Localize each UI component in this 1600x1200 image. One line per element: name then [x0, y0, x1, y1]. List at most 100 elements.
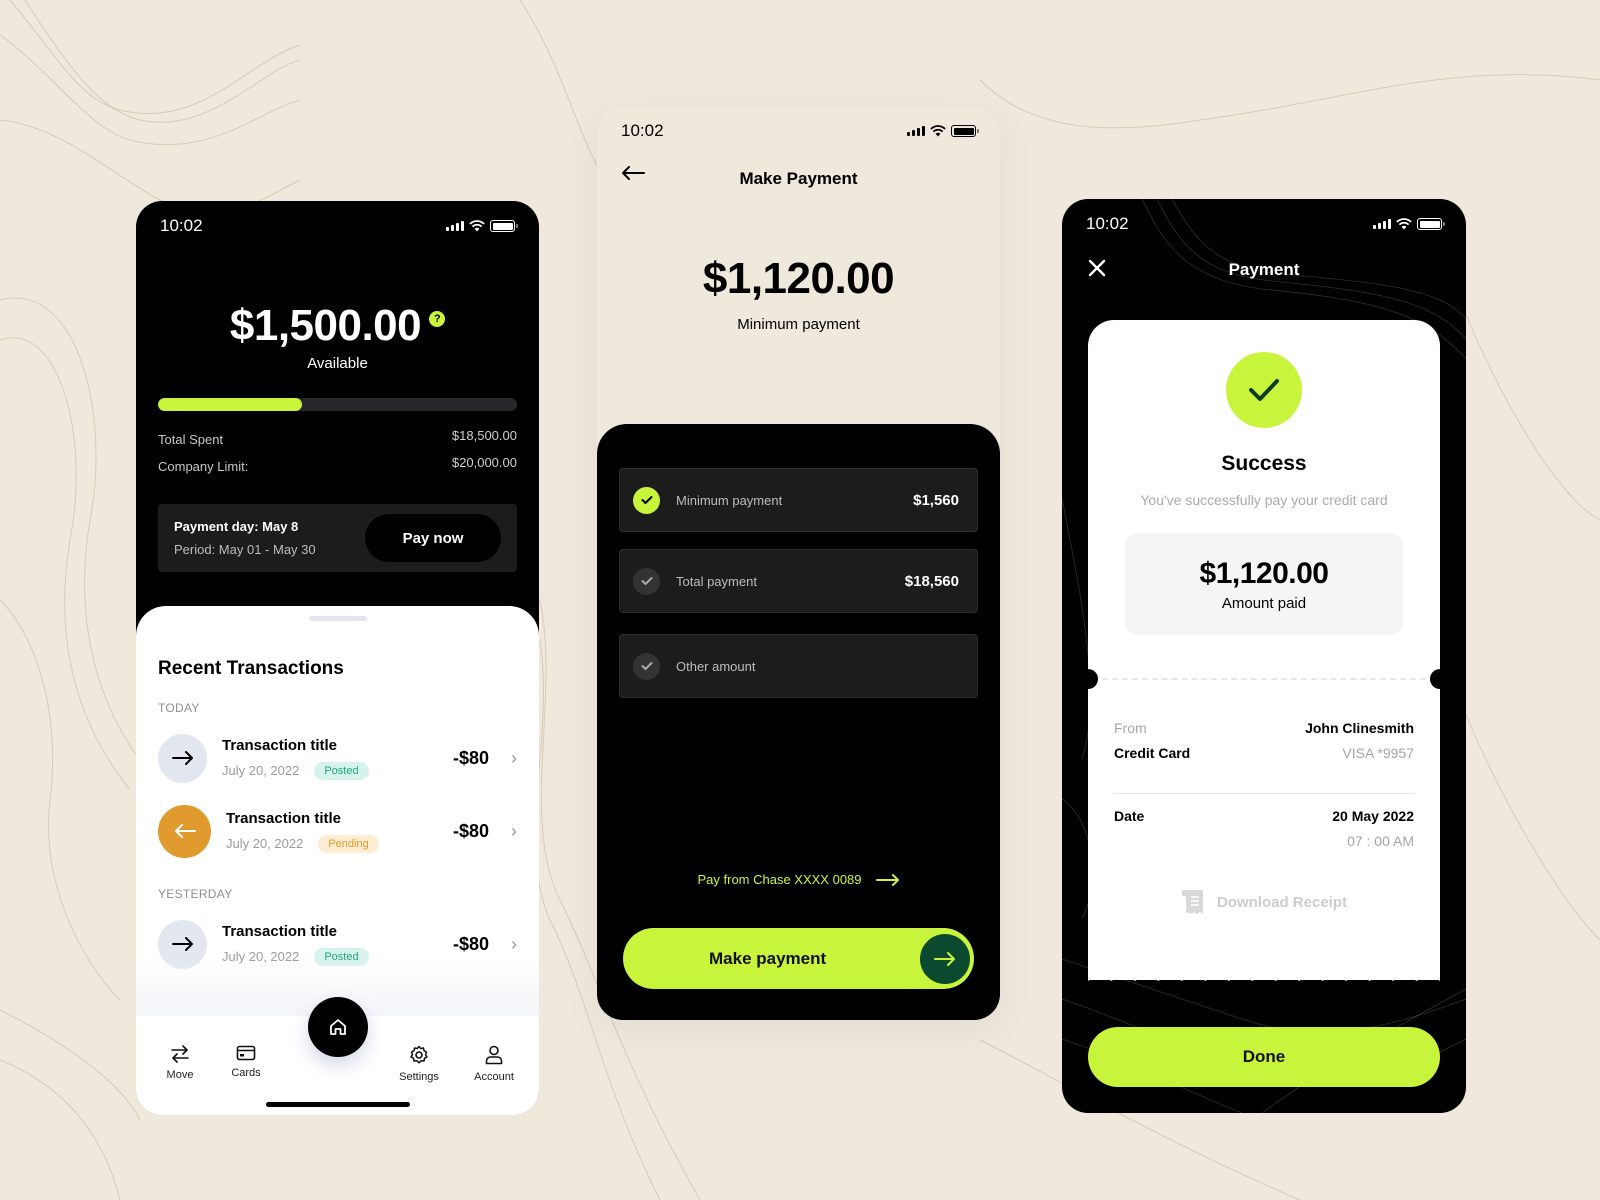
check-icon: [633, 652, 660, 680]
battery-icon: [951, 125, 979, 137]
home-icon: [329, 1019, 346, 1035]
dashed-divider: [1102, 678, 1426, 680]
receipt-notch-left: [1078, 669, 1098, 689]
status-bar: 10:02: [136, 211, 539, 241]
total-spent-value: $18,500.00: [451, 428, 517, 443]
amount-paid-label: Amount paid: [1221, 595, 1307, 612]
payment-day-card: Payment day: May 8 Period: May 01 - May …: [158, 504, 517, 572]
payment-success-screen: 10:02 Payment Success You've successfull…: [1062, 199, 1466, 1113]
payment-period: Period: May 01 - May 30: [174, 542, 316, 557]
tab-settings[interactable]: Settings: [389, 1045, 449, 1083]
transaction-date: July 20, 2022: [222, 763, 300, 778]
status-badge: Posted: [314, 761, 369, 780]
tab-home[interactable]: [307, 997, 368, 1057]
amount-paid-box: $1,120.00 Amount paid: [1125, 533, 1403, 635]
chevron-right-icon: ›: [511, 933, 517, 954]
total-spent-row: Total Spent $18,500.00: [158, 428, 517, 447]
page-title: Payment: [1228, 260, 1300, 279]
option-label: Total payment: [676, 573, 757, 589]
tab-label: Cards: [231, 1067, 261, 1079]
status-bar: 10:02: [1062, 209, 1466, 239]
option-other-amount[interactable]: Other amount: [619, 634, 978, 698]
receipt-icon: [1181, 890, 1203, 914]
tab-label: Account: [474, 1071, 514, 1083]
transaction-amount: -$80: [452, 747, 489, 768]
receipt-notch-right: [1430, 669, 1450, 689]
date-label: Date: [1114, 808, 1145, 824]
tab-account[interactable]: Account: [464, 1045, 524, 1083]
option-value: $18,560: [904, 572, 959, 590]
transaction-date: July 20, 2022: [226, 836, 304, 851]
recent-transactions-title: Recent Transactions: [158, 658, 344, 679]
success-subtitle: You've successfully pay your credit card: [1140, 492, 1388, 508]
spend-progress-fill: [158, 398, 302, 411]
date-row: Date 20 May 2022: [1114, 808, 1414, 824]
signal-icon: [1373, 219, 1391, 229]
transaction-title: Transaction title: [222, 922, 338, 940]
balance-label: Available: [307, 355, 368, 372]
option-total-payment[interactable]: Total payment $18,560: [619, 549, 978, 613]
signal-icon: [446, 221, 464, 231]
swap-icon: [171, 1045, 189, 1063]
done-button[interactable]: Done: [1088, 1027, 1440, 1087]
arrow-right-icon: [158, 733, 207, 783]
date-value: 20 May 2022: [1332, 808, 1414, 824]
question-icon[interactable]: ?: [429, 311, 446, 327]
status-time: 10:02: [160, 216, 203, 235]
nav-bar: Make Payment: [597, 164, 1000, 194]
balance-amount: $1,500.00: [229, 301, 422, 350]
company-limit-label: Company Limit:: [158, 459, 249, 474]
transaction-row[interactable]: Transaction title July 20, 2022 Pending …: [158, 804, 517, 858]
make-payment-screen: 10:02 Make Payment $1,120.00 Minimum pay…: [597, 106, 1000, 1020]
option-minimum-payment[interactable]: Minimum payment $1,560: [619, 468, 978, 532]
status-time: 10:02: [1086, 214, 1129, 233]
transaction-row[interactable]: Transaction title July 20, 2022 Posted -…: [158, 733, 517, 783]
card-label: Credit Card: [1114, 745, 1191, 761]
pay-from-label: Pay from Chase XXXX 0089: [697, 872, 862, 887]
make-payment-label: Make payment: [709, 948, 827, 968]
option-label: Minimum payment: [676, 492, 783, 508]
pay-now-button[interactable]: Pay now: [365, 514, 501, 562]
user-icon: [485, 1045, 503, 1065]
gear-icon: [410, 1045, 428, 1064]
transaction-amount: -$80: [452, 933, 489, 954]
download-receipt-label: Download Receipt: [1216, 893, 1347, 911]
card-icon: [236, 1045, 256, 1061]
company-limit-value: $20,000.00: [451, 455, 517, 470]
sheet-grabber[interactable]: [308, 616, 367, 621]
make-payment-button[interactable]: Make payment: [623, 928, 974, 989]
wifi-icon: [930, 125, 946, 137]
chevron-right-icon: ›: [511, 820, 517, 841]
nav-bar: Payment: [1062, 255, 1466, 285]
arrow-right-icon: [920, 933, 970, 984]
status-badge: Pending: [318, 834, 379, 853]
balance-block: $1,500.00? Available: [136, 301, 539, 372]
check-selected-icon: [633, 486, 660, 514]
transaction-amount: -$80: [452, 820, 489, 841]
payment-amount: $1,120.00: [702, 254, 895, 303]
section-label-yesterday: YESTERDAY: [158, 887, 233, 901]
download-receipt-button[interactable]: Download Receipt: [1088, 888, 1440, 916]
tab-label: Move: [166, 1069, 194, 1081]
amount-paid: $1,120.00: [1199, 557, 1329, 590]
chevron-right-icon: ›: [511, 747, 517, 768]
transaction-title: Transaction title: [226, 809, 342, 827]
tab-label: Settings: [399, 1071, 439, 1083]
receipt-scalloped-edge: [1088, 973, 1440, 981]
arrow-left-icon: [158, 804, 211, 858]
receipt-card: Success You've successfully pay your cre…: [1078, 320, 1450, 980]
battery-icon: [490, 220, 518, 232]
option-value: $1,560: [913, 491, 959, 509]
option-label: Other amount: [676, 658, 756, 674]
divider: [1114, 793, 1414, 794]
tab-move[interactable]: Move: [150, 1045, 210, 1081]
payment-amount-label: Minimum payment: [737, 316, 860, 333]
section-label-today: TODAY: [158, 701, 200, 715]
back-arrow-icon[interactable]: [621, 166, 645, 180]
pay-from-link[interactable]: Pay from Chase XXXX 0089: [597, 872, 1000, 887]
company-limit-row: Company Limit: $20,000.00: [158, 455, 517, 474]
card-row: Credit Card VISA *9957: [1114, 745, 1414, 761]
close-icon[interactable]: [1088, 259, 1106, 277]
tab-cards[interactable]: Cards: [216, 1045, 276, 1079]
status-bar: 10:02: [597, 116, 1000, 146]
